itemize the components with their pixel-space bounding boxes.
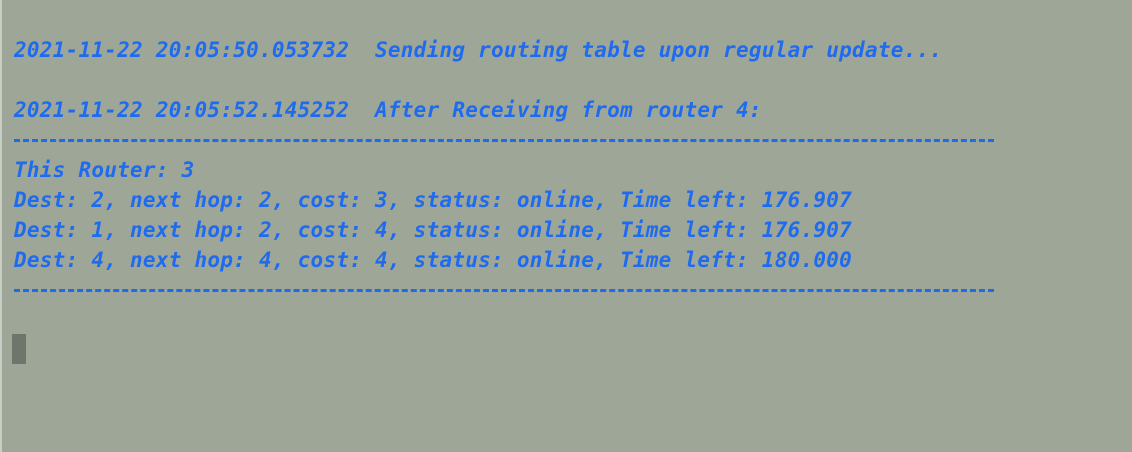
- log-line-after-receiving: 2021-11-22 20:05:52.145252 After Receivi…: [14, 98, 762, 122]
- separator-line-top: [14, 139, 994, 142]
- terminal-window[interactable]: 2021-11-22 20:05:50.053732 Sending routi…: [0, 0, 1132, 452]
- this-router-line: This Router: 3: [14, 158, 195, 182]
- route-line: Dest: 4, next hop: 4, cost: 4, status: o…: [14, 248, 853, 272]
- separator-line-bottom: [14, 289, 994, 292]
- route-line: Dest: 2, next hop: 2, cost: 3, status: o…: [14, 188, 853, 212]
- log-line-sending-update: 2021-11-22 20:05:50.053732 Sending routi…: [14, 38, 943, 62]
- terminal-cursor: [12, 334, 26, 364]
- route-line: Dest: 1, next hop: 2, cost: 4, status: o…: [14, 218, 853, 242]
